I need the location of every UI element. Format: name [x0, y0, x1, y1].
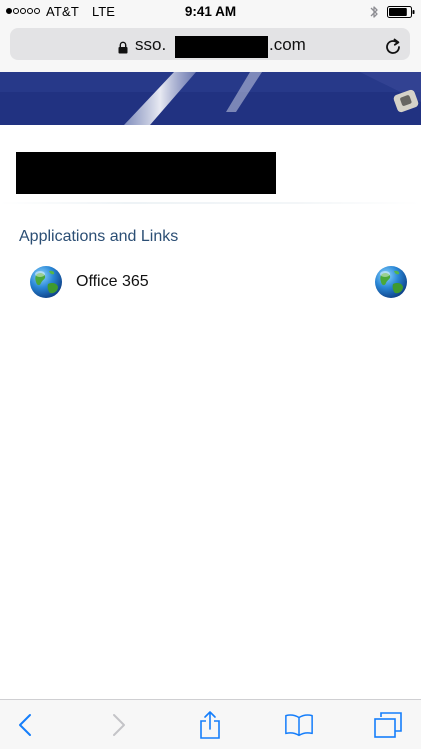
back-button[interactable] — [10, 710, 40, 740]
page-title-redacted — [16, 152, 276, 194]
reload-icon[interactable] — [384, 38, 402, 56]
tabs-button[interactable] — [373, 710, 403, 740]
status-time: 9:41 AM — [184, 4, 237, 19]
status-bar: AT&T LTE 9:41 AM — [0, 0, 421, 24]
forward-icon — [113, 714, 125, 736]
url-redaction — [175, 36, 268, 58]
banner-image — [0, 72, 421, 125]
share-button[interactable] — [195, 710, 225, 740]
globe-icon[interactable] — [373, 264, 409, 300]
header-banner — [0, 72, 421, 125]
app-link-office-365[interactable]: Office 365 — [0, 262, 421, 302]
divider — [0, 202, 421, 204]
url-suffix: .com — [269, 35, 306, 54]
bluetooth-icon — [370, 6, 378, 18]
safari-toolbar — [0, 699, 421, 749]
bookmarks-button[interactable] — [284, 710, 314, 740]
lock-icon — [118, 41, 128, 54]
address-bar[interactable]: sso. .com — [10, 28, 410, 60]
section-heading: Applications and Links — [19, 228, 179, 245]
back-icon — [19, 714, 31, 736]
url-prefix: sso. — [135, 35, 167, 54]
browser-address-area: sso. .com — [0, 24, 421, 72]
forward-button[interactable] — [104, 710, 134, 740]
share-icon — [200, 711, 220, 739]
app-label: Office 365 — [76, 273, 149, 290]
bookmarks-icon — [285, 714, 313, 737]
battery-icon — [387, 6, 415, 18]
globe-icon — [30, 266, 62, 298]
tabs-icon — [374, 712, 402, 738]
